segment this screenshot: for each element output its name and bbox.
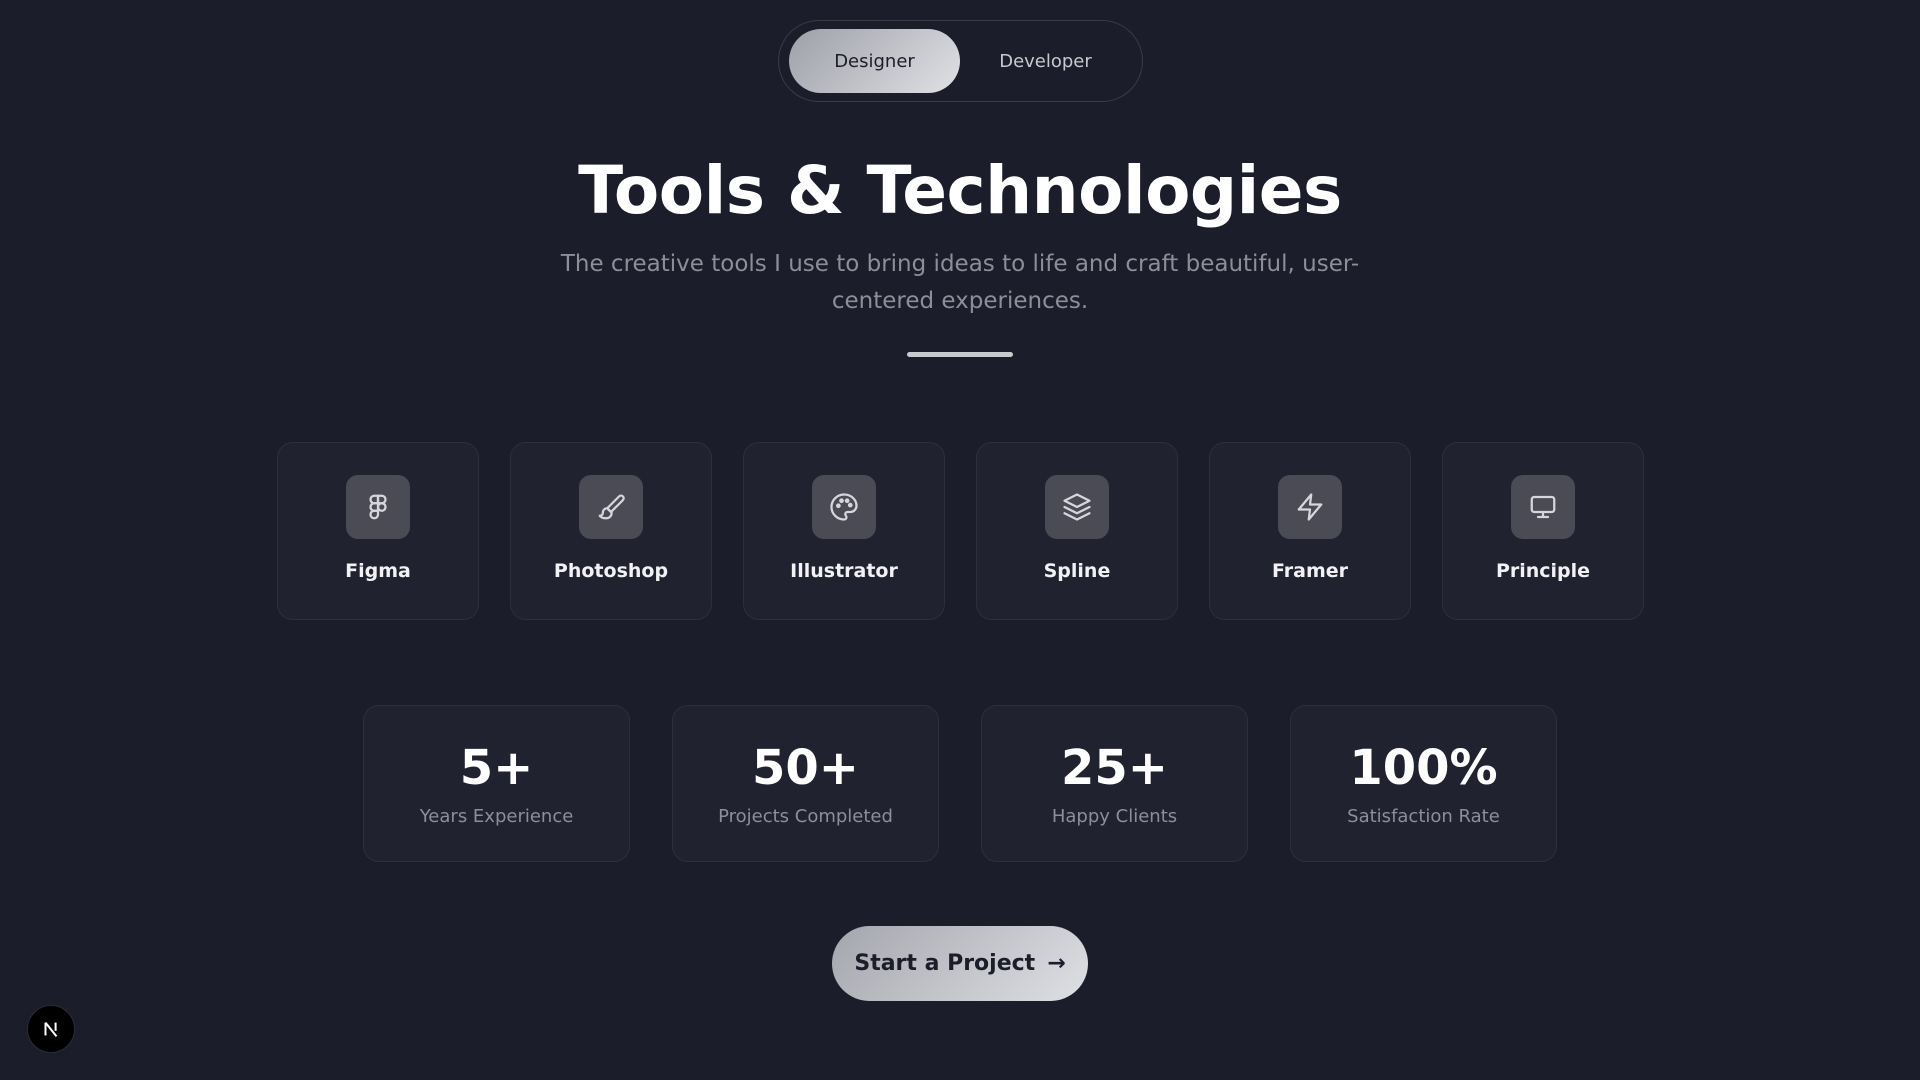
tool-card-principle[interactable]: Principle <box>1442 442 1644 620</box>
developer-toggle-button[interactable]: Developer <box>960 29 1131 93</box>
tool-name: Illustrator <box>790 560 898 582</box>
role-toggle: Designer Developer <box>778 20 1143 102</box>
stat-card-years: 5+ Years Experience <box>363 705 630 862</box>
stat-label: Satisfaction Rate <box>1347 806 1500 827</box>
tool-card-framer[interactable]: Framer <box>1209 442 1411 620</box>
tool-name: Photoshop <box>553 560 669 582</box>
start-project-label: Start a Project <box>854 951 1036 976</box>
tool-card-photoshop[interactable]: Photoshop <box>510 442 712 620</box>
designer-toggle-button[interactable]: Designer <box>789 29 960 93</box>
arrow-right-icon: → <box>1047 951 1066 976</box>
stat-label: Projects Completed <box>718 806 893 827</box>
tool-card-illustrator[interactable]: Illustrator <box>743 442 945 620</box>
palette-icon <box>812 475 876 539</box>
tool-name: Framer <box>1271 560 1348 582</box>
stat-card-projects: 50+ Projects Completed <box>672 705 939 862</box>
stat-label: Happy Clients <box>1051 806 1178 827</box>
nextjs-badge[interactable] <box>27 1005 75 1053</box>
brush-icon <box>579 475 643 539</box>
stat-value: 5+ <box>459 740 534 796</box>
figma-icon <box>346 475 410 539</box>
zap-icon <box>1278 475 1342 539</box>
stat-value: 25+ <box>1060 740 1168 796</box>
start-project-button[interactable]: Start a Project → <box>832 926 1088 1001</box>
tool-name: Spline <box>1043 560 1111 582</box>
tool-name: Principle <box>1495 560 1591 582</box>
nextjs-logo-icon <box>44 1021 58 1037</box>
stat-card-satisfaction: 100% Satisfaction Rate <box>1290 705 1557 862</box>
page-subtitle: The creative tools I use to bring ideas … <box>560 251 1360 314</box>
stat-value: 100% <box>1349 740 1498 796</box>
page-title: Tools & Technologies <box>578 152 1342 229</box>
tool-card-figma[interactable]: Figma <box>277 442 479 620</box>
layers-icon <box>1045 475 1109 539</box>
stat-value: 50+ <box>751 740 859 796</box>
stat-card-clients: 25+ Happy Clients <box>981 705 1248 862</box>
tool-name: Figma <box>345 560 411 582</box>
stat-label: Years Experience <box>419 806 574 827</box>
tool-card-spline[interactable]: Spline <box>976 442 1178 620</box>
monitor-icon <box>1511 475 1575 539</box>
title-divider <box>907 352 1013 357</box>
